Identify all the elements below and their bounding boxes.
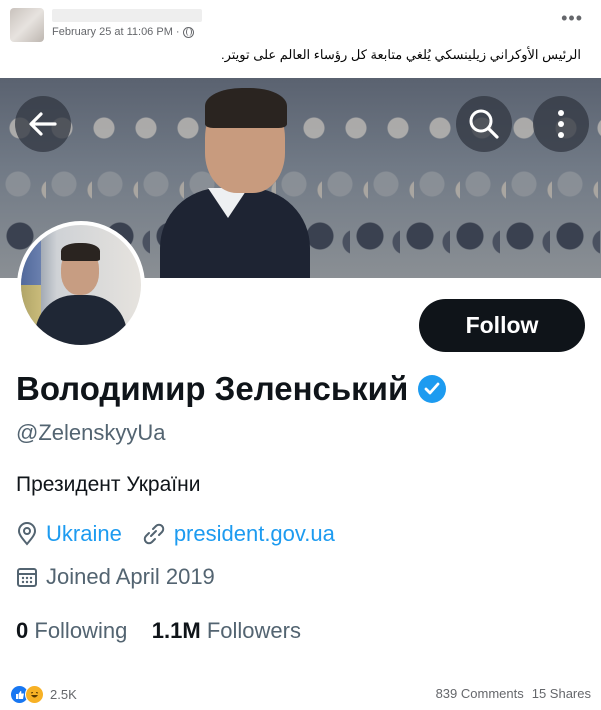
post-timestamp[interactable]: February 25 at 11:06 PM · <box>52 26 180 38</box>
profile-display-name: Володимир Зеленський <box>16 370 447 408</box>
profile-meta-row: Ukraine president.gov.ua <box>16 521 335 547</box>
search-icon <box>469 109 499 139</box>
more-options-icon[interactable]: ••• <box>561 8 583 29</box>
post-footer: 2.5K 839 Comments 15 Shares <box>0 678 601 710</box>
profile-joined-row: Joined April 2019 <box>16 564 215 590</box>
profile-location: Ukraine <box>46 521 122 546</box>
following-count: 0 <box>16 618 29 643</box>
avatar-hair <box>61 243 100 261</box>
engagement-counts: 839 Comments 15 Shares <box>436 686 591 701</box>
avatar-suit <box>35 295 127 345</box>
followers-count: 1.1M <box>151 618 201 643</box>
location-pin-icon <box>17 522 37 546</box>
verified-badge-icon <box>418 375 447 403</box>
comments-count[interactable]: 839 Comments <box>436 686 524 701</box>
poster-avatar[interactable] <box>10 8 44 42</box>
banner-person <box>150 78 350 278</box>
post-caption: الرئيس الأوكراني زيلينسكي يُلغي متابعة ك… <box>220 47 581 62</box>
search-button[interactable] <box>456 96 512 152</box>
profile-avatar[interactable] <box>17 221 145 349</box>
profile-website-link[interactable]: president.gov.ua <box>174 521 335 547</box>
poster-name-redacted <box>52 9 202 22</box>
following-stat[interactable]: 0 Following <box>16 618 127 643</box>
profile-handle: @ZelenskyyUa <box>16 420 166 445</box>
followers-stat[interactable]: 1.1M Followers <box>152 618 301 643</box>
back-button[interactable] <box>15 96 71 152</box>
twitter-profile-screenshot[interactable]: Follow Володимир Зеленський @ZelenskyyUa… <box>0 78 601 678</box>
facebook-post-header: February 25 at 11:06 PM · ••• الرئيس الأ… <box>0 0 601 78</box>
display-name-text: Володимир Зеленський <box>16 370 409 407</box>
post-meta: February 25 at 11:06 PM · <box>52 26 194 38</box>
link-icon <box>143 523 165 545</box>
more-button[interactable] <box>533 96 589 152</box>
back-arrow-icon <box>29 112 57 136</box>
haha-reaction-icon <box>25 685 44 704</box>
profile-bio: Президент України <box>16 473 201 496</box>
profile-joined-date: Joined April 2019 <box>46 564 215 589</box>
profile-stats: 0 Following 1.1M Followers <box>16 618 301 644</box>
calendar-icon <box>17 568 37 587</box>
follow-button[interactable]: Follow <box>419 299 585 352</box>
followers-label: Followers <box>206 618 301 643</box>
banner-hair <box>205 88 287 128</box>
following-label: Following <box>34 618 128 643</box>
globe-icon <box>182 26 194 38</box>
reaction-count: 2.5K <box>50 687 77 702</box>
more-vertical-icon <box>558 110 564 138</box>
shares-count[interactable]: 15 Shares <box>532 686 591 701</box>
reactions-summary[interactable]: 2.5K <box>10 685 77 704</box>
